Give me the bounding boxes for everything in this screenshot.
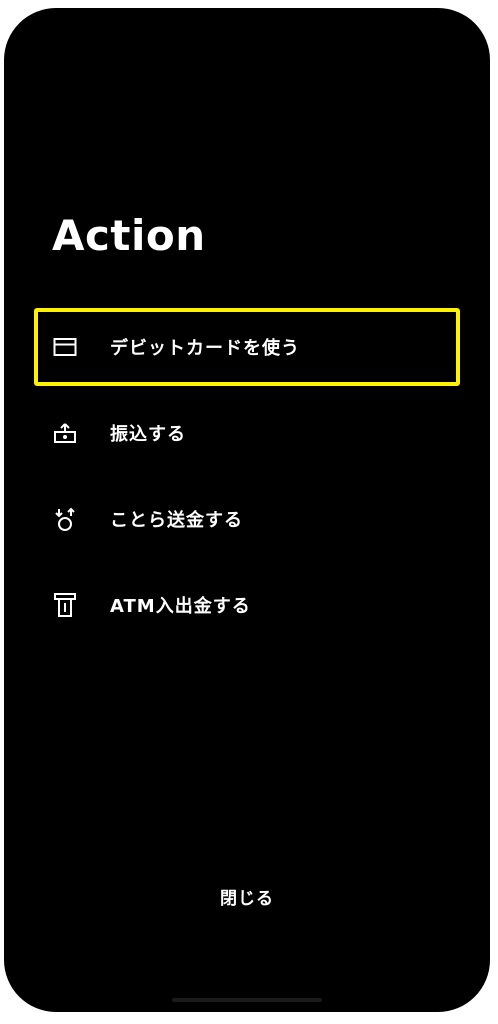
action-sheet-screen: Action デビットカードを使う 振込する ことら送金する ATM入出金する …	[4, 8, 490, 1012]
card-icon	[52, 334, 78, 360]
menu-item-atm[interactable]: ATM入出金する	[4, 562, 490, 648]
remit-icon	[52, 506, 78, 532]
menu-item-transfer[interactable]: 振込する	[4, 390, 490, 476]
menu-item-label: 振込する	[110, 424, 186, 445]
action-menu: デビットカードを使う 振込する ことら送金する ATM入出金する	[4, 304, 490, 648]
menu-item-debit-card[interactable]: デビットカードを使う	[4, 304, 490, 390]
transfer-icon	[52, 420, 78, 446]
menu-item-label: ことら送金する	[110, 510, 243, 531]
menu-item-kotora-remit[interactable]: ことら送金する	[4, 476, 490, 562]
close-button[interactable]: 閉じる	[4, 876, 490, 916]
page-title: Action	[52, 211, 206, 260]
menu-item-label: デビットカードを使う	[110, 338, 300, 359]
menu-item-label: ATM入出金する	[110, 596, 251, 617]
atm-icon	[52, 592, 78, 618]
home-indicator	[172, 998, 322, 1002]
